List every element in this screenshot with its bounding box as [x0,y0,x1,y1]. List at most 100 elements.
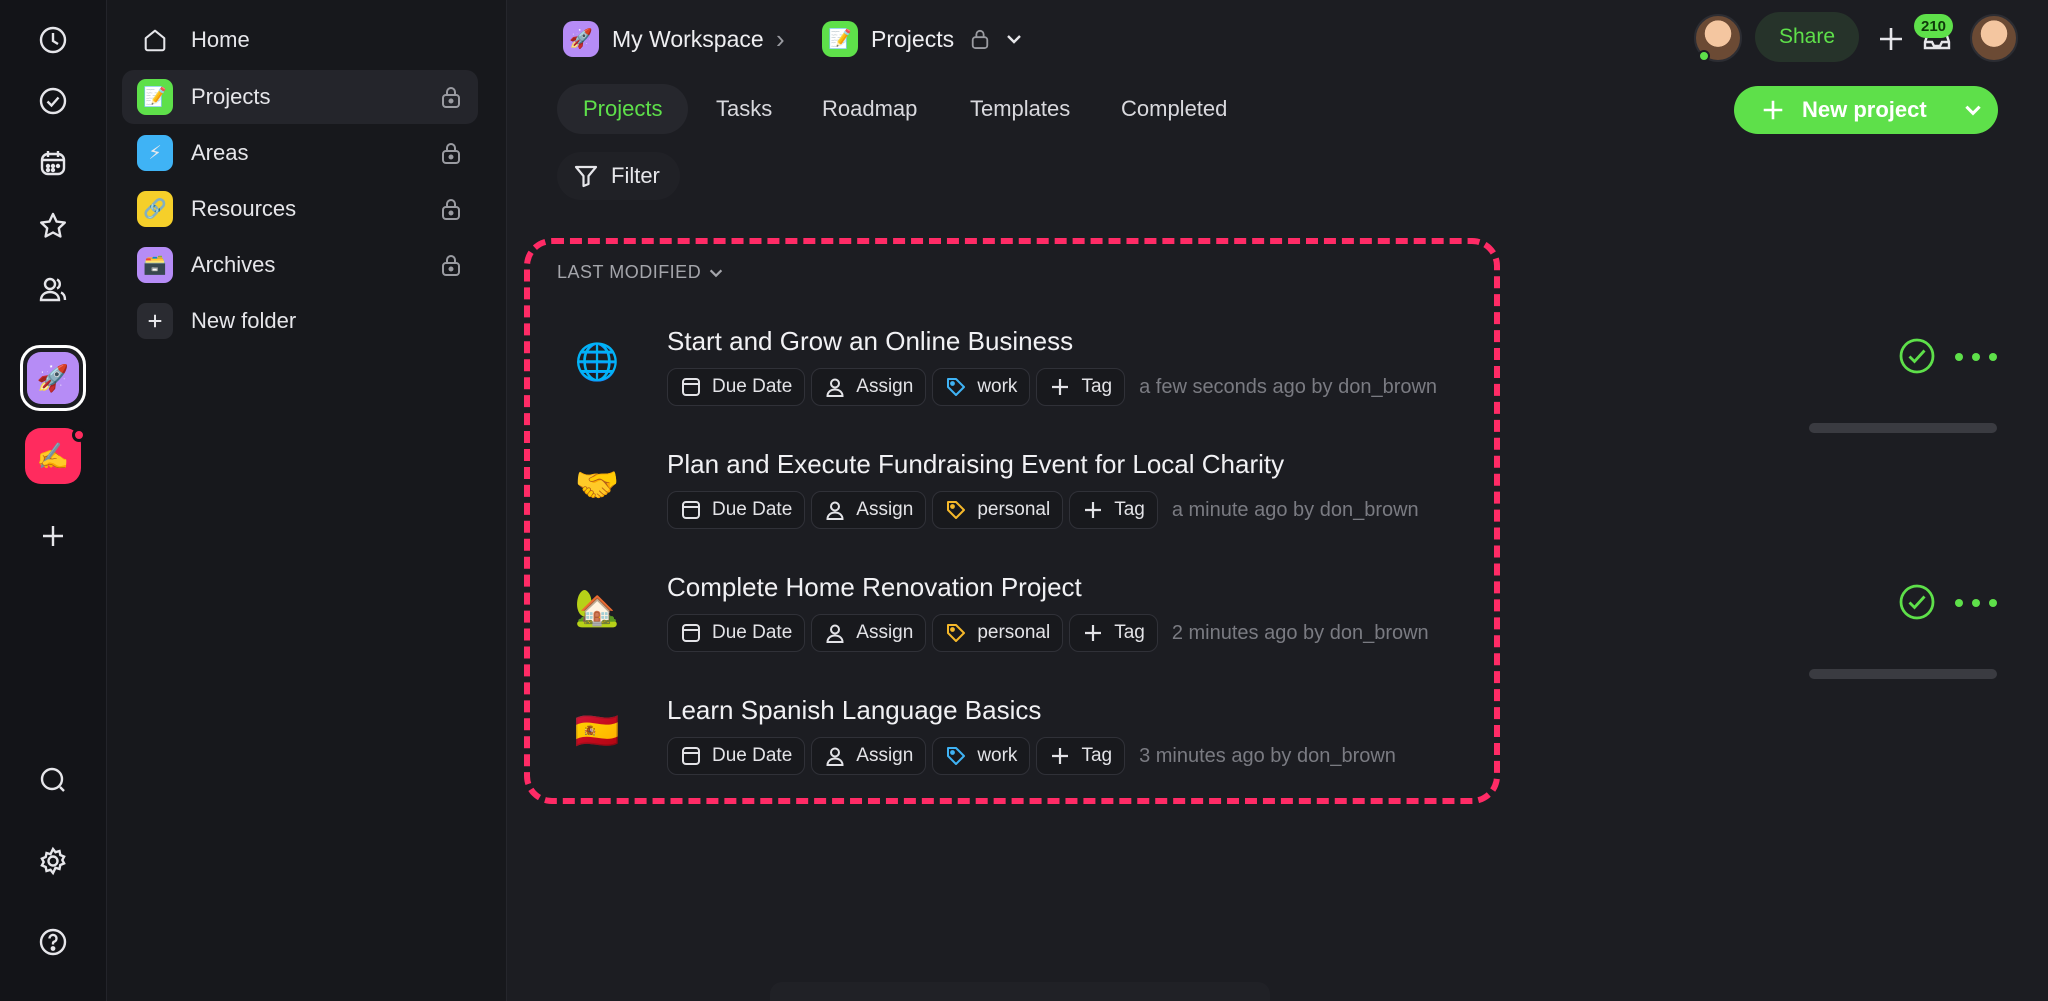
tag-chip[interactable]: personal [932,491,1064,529]
rocket-icon: 🚀 [563,21,599,57]
new-project-button[interactable]: New project [1734,86,1998,134]
app-rail: 🚀 ✍️ [0,0,107,1001]
plus-icon [1082,499,1114,521]
clock-icon[interactable] [26,13,80,67]
due-date-chip[interactable]: Due Date [667,368,806,406]
check-circle-icon[interactable] [26,74,80,128]
calendar-icon [680,499,712,521]
assign-chip[interactable]: Assign [811,491,927,529]
due-date-label: Due Date [712,499,793,520]
gear-icon[interactable] [26,834,80,888]
tab-projects[interactable]: Projects [557,84,689,134]
sidebar-item-projects[interactable]: 📝 Projects [122,70,478,124]
modified-info: a few seconds ago by don_brown [1139,375,1438,398]
assign-chip[interactable]: Assign [811,614,927,652]
lock-icon [971,29,989,49]
project-title[interactable]: Plan and Execute Fundraising Event for L… [667,449,1284,480]
due-date-chip[interactable]: Due Date [667,737,806,775]
add-tag-label: Tag [1114,499,1145,520]
assign-chip[interactable]: Assign [811,737,927,775]
workspace-switcher-active[interactable]: 🚀 [20,345,86,411]
sidebar-item-label: Archives [191,252,276,277]
calendar-icon [680,622,712,644]
add-tag-label: Tag [1081,745,1113,766]
sidebar-item-areas[interactable]: ⚡ Areas [122,126,478,180]
project-title[interactable]: Start and Grow an Online Business [667,326,1073,357]
new-folder-button[interactable]: New folder [122,294,478,348]
filter-button[interactable]: Filter [557,152,680,200]
sort-dropdown[interactable]: LAST MODIFIED [557,262,725,283]
project-chips: Due Date Assign work Tag a few seconds ago b… [667,368,1437,406]
help-icon[interactable] [26,915,80,969]
user-icon [824,376,856,398]
calendar-icon[interactable] [26,136,80,190]
project-row[interactable]: 🏡 Complete Home Renovation Project Due Dat… [557,562,1997,672]
assign-label: Assign [856,376,914,397]
tab-roadmap[interactable]: Roadmap [796,84,943,134]
due-date-chip[interactable]: Due Date [667,614,806,652]
avatar[interactable] [1970,14,2018,62]
user-icon [824,745,856,767]
project-title[interactable]: Complete Home Renovation Project [667,572,1082,603]
lock-icon [442,255,460,276]
tab-tasks[interactable]: Tasks [690,84,798,134]
chevron-down-icon[interactable] [1962,99,1984,121]
add-tag-label: Tag [1081,376,1113,397]
due-date-label: Due Date [712,622,793,643]
sidebar-item-archives[interactable]: 🗃️ Archives [122,238,478,292]
more-options-icon[interactable] [1955,588,1997,618]
sidebar-item-label: Resources [191,196,297,221]
notification-count-badge: 210 [1914,14,1954,38]
tag-label: personal [977,622,1051,643]
project-chips: Due Date Assign work Tag 3 minutes ago by do… [667,737,1396,775]
tag-icon [945,499,977,521]
progress-bar [1809,423,1997,433]
breadcrumb-workspace[interactable]: 🚀 My Workspace [563,18,764,60]
add-tag-chip[interactable]: Tag [1069,614,1158,652]
project-row[interactable]: 🤝 Plan and Execute Fundraising Event for … [557,423,1997,549]
add-tag-chip[interactable]: Tag [1069,491,1158,529]
new-project-label: New project [1802,97,1927,122]
add-tag-chip[interactable]: Tag [1036,368,1126,406]
users-icon[interactable] [26,262,80,316]
search-icon[interactable] [26,753,80,807]
modified-info: 2 minutes ago by don_brown [1171,621,1429,644]
star-icon[interactable] [26,199,80,253]
tag-chip[interactable]: work [932,368,1031,406]
chevron-down-icon[interactable] [1004,29,1024,49]
writing-hand-icon: ✍️ [36,440,70,471]
assign-chip[interactable]: Assign [811,368,927,406]
breadcrumb-page[interactable]: 📝 Projects [822,18,1024,60]
complete-check-icon[interactable] [1897,582,1937,622]
project-title[interactable]: Learn Spanish Language Basics [667,695,1041,726]
project-emoji-icon: 🤝 [574,464,620,505]
memo-icon: 📝 [822,21,858,57]
project-row[interactable]: 🌐 Start and Grow an Online Business Due Da… [557,316,1997,426]
filter-label: Filter [611,163,660,188]
sidebar-item-resources[interactable]: 🔗 Resources [122,182,478,236]
tab-templates[interactable]: Templates [944,84,1096,134]
assign-label: Assign [856,622,914,643]
add-tag-chip[interactable]: Tag [1036,737,1126,775]
tag-icon [945,376,977,398]
lock-icon [442,199,460,220]
plus-icon [137,303,173,339]
more-options-icon[interactable] [1955,342,1997,372]
add-workspace-icon[interactable] [26,509,80,563]
rocket-icon: 🚀 [27,352,79,404]
project-emoji-icon: 🏡 [574,587,620,628]
lock-icon [442,87,460,108]
sidebar-item-home[interactable]: Home [122,13,478,67]
add-icon[interactable] [1876,24,1906,54]
tab-completed[interactable]: Completed [1095,84,1253,134]
tag-chip[interactable]: work [932,737,1031,775]
share-button[interactable]: Share [1755,12,1859,62]
tag-chip[interactable]: personal [932,614,1064,652]
home-icon [137,22,173,58]
project-row[interactable]: 🇪🇸 Learn Spanish Language Basics Due Date A… [557,669,1997,795]
calendar-icon [680,376,712,398]
complete-check-icon[interactable] [1897,336,1937,376]
sidebar-item-label: Areas [191,140,249,165]
progress-bar [1809,669,1997,679]
due-date-chip[interactable]: Due Date [667,491,806,529]
